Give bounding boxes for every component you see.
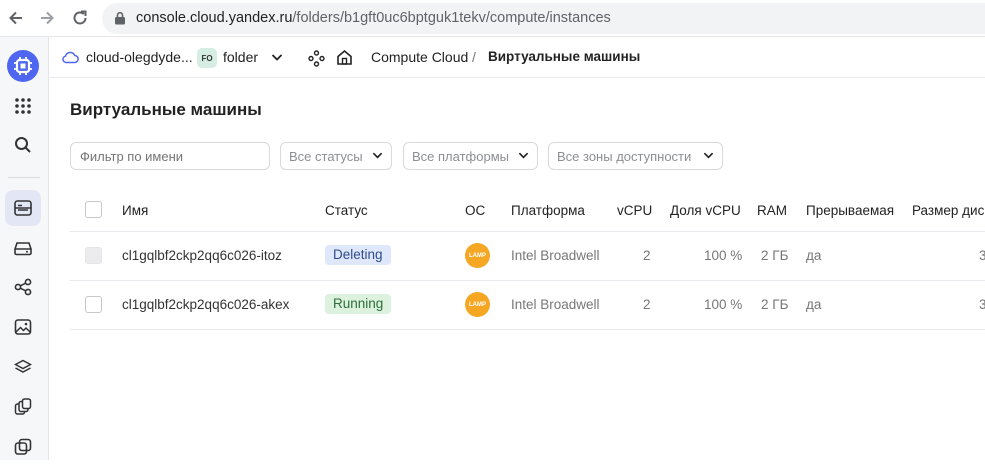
cloud-logo-button[interactable] [5,48,41,84]
status-badge: Running [325,294,392,314]
status-select-label: Все статусы [289,149,363,164]
lamp-os-logo-icon: LAMP [465,243,490,268]
forward-button[interactable] [36,7,58,29]
column-header-os[interactable]: ОС [465,203,485,218]
search-button[interactable] [5,127,41,163]
all-services-button[interactable] [5,88,41,124]
chevron-down-icon [372,152,383,159]
lamp-os-logo-icon: LAMP [465,292,490,317]
column-header-vcpu-share[interactable]: Доля vCPU [670,203,741,218]
platform-cell: Intel Broadwell [511,248,600,263]
platform-select[interactable]: Все платформы [403,142,538,170]
row-checkbox [85,247,102,264]
rail-item-instances[interactable] [5,190,41,226]
vcpu-share-cell: 100 % [704,248,743,263]
cloud-icon [62,51,79,64]
home-icon[interactable] [336,49,353,66]
page-title: Виртуальные машины [70,100,262,119]
disk-icon [14,242,32,256]
placement-icon [14,438,32,455]
preemptible-cell: да [806,297,822,312]
column-header-status[interactable]: Статус [325,203,368,218]
column-header-disk-size[interactable]: Размер дис [912,203,984,218]
address-bar[interactable]: console.cloud.yandex.ru/folders/b1gft0uc… [102,3,985,34]
preemptible-cell: да [806,248,822,263]
column-header-preemptible[interactable]: Прерываемая [806,203,894,218]
ram-cell: 2 ГБ [761,248,789,263]
breadcrumb-service[interactable]: Compute Cloud [371,49,468,65]
rail-divider [8,177,40,178]
disk-size-cell: 3 [979,297,985,312]
chevron-down-icon[interactable] [271,53,283,62]
breadcrumb-current: Виртуальные машины [488,49,641,64]
reload-icon [73,10,87,25]
rail-item-layers[interactable] [5,349,41,385]
platform-cell: Intel Broadwell [511,297,600,312]
chevron-down-icon [518,152,529,159]
vm-name-link[interactable]: cl1gqlbf2ckp2qq6c026-itoz [122,248,282,263]
nodes-icon[interactable] [308,50,325,67]
folder-name[interactable]: folder [223,49,258,65]
left-rail [0,37,49,460]
breadcrumb-separator: / [472,49,476,65]
cloud-name[interactable]: cloud-olegdyde... [86,49,193,65]
platform-select-label: Все платформы [412,149,509,164]
arrow-left-icon [9,11,22,25]
server-icon [14,200,32,216]
status-badge: Deleting [325,245,391,265]
compute-logo-icon [7,50,39,82]
rail-item-groups[interactable] [5,269,41,305]
vcpu-share-cell: 100 % [704,297,743,312]
column-header-name[interactable]: Имя [122,203,148,218]
zone-select[interactable]: Все зоны доступности [548,142,723,170]
row-divider [70,329,985,330]
url-host: console.cloud.yandex.ru [136,10,293,26]
column-header-vcpu[interactable]: vCPU [617,203,652,218]
chevron-down-icon [703,152,714,159]
ram-cell: 2 ГБ [761,297,789,312]
select-all-checkbox[interactable] [85,201,102,218]
status-select[interactable]: Все статусы [280,142,392,170]
folder-badge: FO [197,48,217,68]
vcpu-cell: 2 [643,297,651,312]
url-path: /folders/b1gft0uc6bptguk1tekv/compute/in… [292,10,611,26]
search-icon [15,137,31,153]
row-checkbox[interactable] [85,296,102,313]
lock-icon [115,11,125,25]
arrow-right-icon [41,11,54,25]
column-header-platform[interactable]: Платформа [511,203,585,218]
column-header-ram[interactable]: RAM [757,203,787,218]
name-filter-input[interactable] [70,142,270,170]
vcpu-cell: 2 [643,248,651,263]
grid-icon [15,98,31,114]
row-divider [70,231,985,232]
rail-item-snapshots[interactable] [5,389,41,425]
zone-select-label: Все зоны доступности [557,149,692,164]
row-divider [70,280,985,281]
vm-name-link[interactable]: cl1gqlbf2ckp2qq6c026-akex [122,297,289,312]
browser-toolbar: console.cloud.yandex.ru/folders/b1gft0uc… [0,0,985,37]
rail-item-images[interactable] [5,309,41,345]
top-header: cloud-olegdyde... FO folder Compute Clou… [50,37,985,78]
url-text: console.cloud.yandex.ru/folders/b1gft0uc… [136,10,611,26]
rail-item-disks[interactable] [5,230,41,266]
reload-button[interactable] [69,7,91,29]
copies-icon [14,398,32,415]
image-icon [14,319,32,335]
disk-size-cell: 3 [979,248,985,263]
layers-icon [14,359,32,373]
share-nodes-icon [14,278,32,296]
back-button[interactable] [5,7,27,29]
